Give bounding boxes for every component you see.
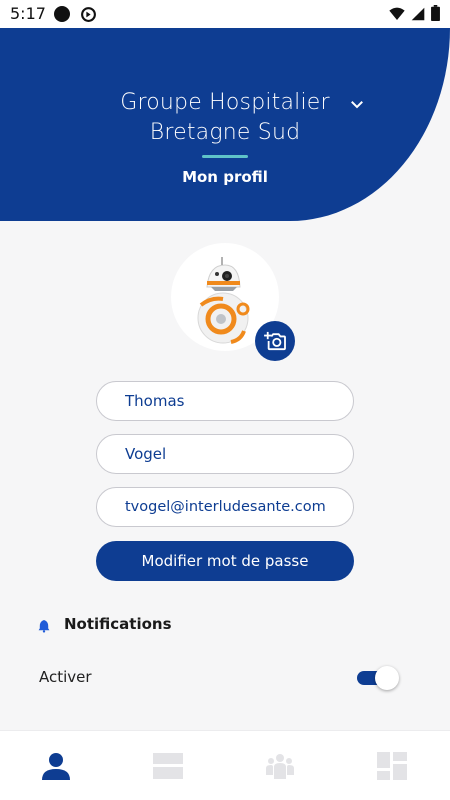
signal-icon bbox=[411, 6, 425, 25]
change-photo-button[interactable] bbox=[255, 321, 295, 361]
nav-list[interactable] bbox=[112, 731, 224, 800]
bell-icon bbox=[38, 618, 50, 637]
status-time: 5:17 bbox=[10, 4, 46, 23]
wifi-icon bbox=[389, 6, 405, 25]
dashboard-icon bbox=[377, 752, 407, 780]
data-saver-icon bbox=[80, 6, 97, 27]
battery-icon bbox=[431, 5, 440, 25]
organization-title[interactable]: Groupe Hospitalier Bretagne Sud bbox=[80, 88, 370, 148]
notifications-toggle-label: Activer bbox=[39, 668, 92, 686]
notifications-toggle[interactable] bbox=[357, 666, 399, 690]
chevron-down-icon[interactable] bbox=[348, 95, 366, 117]
title-underline bbox=[202, 155, 248, 158]
profile-screen: 5:17 Groupe Hospitalier Bretagne Sud Mon… bbox=[0, 0, 450, 800]
nav-groups[interactable] bbox=[224, 731, 336, 800]
notifications-heading: Notifications bbox=[64, 615, 172, 633]
toggle-thumb bbox=[375, 666, 399, 690]
status-bar: 5:17 bbox=[0, 0, 450, 28]
first-name-field[interactable] bbox=[96, 381, 354, 421]
nav-dashboard[interactable] bbox=[336, 731, 448, 800]
group-icon bbox=[266, 754, 294, 779]
list-view-icon bbox=[153, 753, 183, 779]
change-password-button[interactable]: Modifier mot de passe bbox=[96, 541, 354, 581]
nav-profile[interactable] bbox=[0, 731, 112, 800]
last-name-field[interactable] bbox=[96, 434, 354, 474]
profile-header: Groupe Hospitalier Bretagne Sud Mon prof… bbox=[0, 28, 450, 221]
bottom-navigation bbox=[0, 730, 450, 800]
email-field[interactable] bbox=[96, 487, 354, 527]
page-title: Mon profil bbox=[182, 168, 268, 186]
person-icon bbox=[42, 753, 70, 780]
add-photo-icon bbox=[264, 331, 286, 351]
circle-icon bbox=[54, 6, 70, 22]
status-icons bbox=[389, 5, 440, 25]
